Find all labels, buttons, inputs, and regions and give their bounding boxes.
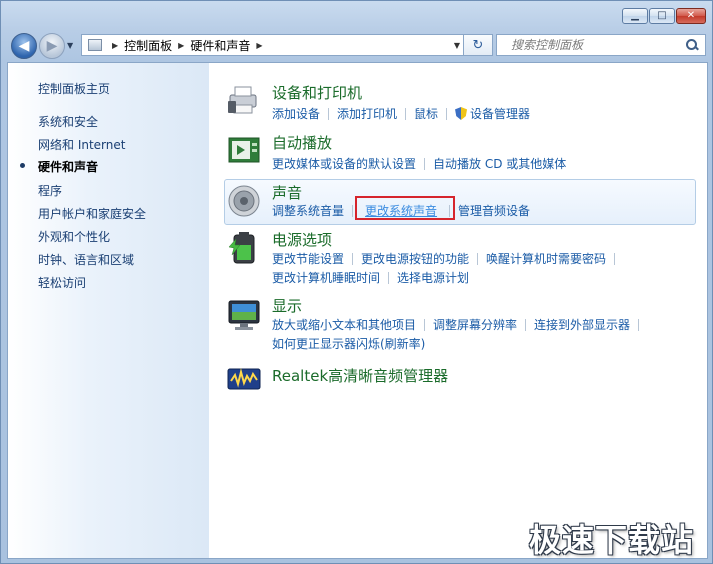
power-links-row2: 更改计算机睡眠时间 选择电源计划 xyxy=(272,269,469,286)
link-refresh-rate[interactable]: 如何更正显示器闪烁(刷新率) xyxy=(272,335,425,352)
link-divider xyxy=(424,318,426,331)
category-sound: 声音 调整系统音量 更改系统声音 管理音频设备 xyxy=(224,179,694,225)
printer-icon xyxy=(228,86,257,114)
devices-printers-title[interactable]: 设备和打印机 xyxy=(272,82,362,103)
link-add-device[interactable]: 添加设备 xyxy=(272,105,320,122)
breadcrumb-separator-icon[interactable]: ▶ xyxy=(178,41,184,50)
breadcrumb-separator-icon[interactable]: ▶ xyxy=(256,41,262,50)
link-choose-power-plan[interactable]: 选择电源计划 xyxy=(397,269,469,286)
autoplay-links: 更改媒体或设备的默认设置 自动播放 CD 或其他媒体 xyxy=(272,155,566,172)
back-arrow-icon: ◀ xyxy=(18,38,30,54)
main-panel: 设备和打印机 添加设备 添加打印机 鼠标 设备管理器 自动播放 更改媒体或设备的… xyxy=(210,63,707,558)
power-links-row1: 更改节能设置 更改电源按钮的功能 唤醒计算机时需要密码 xyxy=(272,250,623,267)
breadcrumb-separator-icon[interactable]: ▶ xyxy=(112,41,118,50)
forward-arrow-icon: ▶ xyxy=(46,38,58,54)
breadcrumb-hardware-and-sound[interactable]: 硬件和声音 xyxy=(190,37,250,54)
link-adjust-volume[interactable]: 调整系统音量 xyxy=(272,202,344,219)
link-autoplay-cd[interactable]: 自动播放 CD 或其他媒体 xyxy=(433,155,566,172)
power-options-title[interactable]: 电源选项 xyxy=(272,229,332,250)
sidebar-item-system-security[interactable]: 系统和安全 xyxy=(38,113,98,130)
maximize-button[interactable]: □ xyxy=(649,8,675,24)
highlight-annotation-box xyxy=(355,196,455,220)
refresh-icon: ↻ xyxy=(472,37,484,53)
realtek-audio-title[interactable]: Realtek高清晰音频管理器 xyxy=(272,365,448,386)
window-controls: ▁ □ ✕ xyxy=(622,8,706,24)
link-divider xyxy=(388,271,390,284)
link-divider xyxy=(424,157,426,170)
link-divider xyxy=(525,318,527,331)
breadcrumb-control-panel[interactable]: 控制面板 xyxy=(124,37,172,54)
link-external-display[interactable]: 连接到外部显示器 xyxy=(534,316,630,333)
sidebar-item-network-internet[interactable]: 网络和 Internet xyxy=(38,136,125,153)
category-realtek-audio: Realtek高清晰音频管理器 xyxy=(224,363,694,395)
link-device-manager[interactable]: 设备管理器 xyxy=(470,105,530,122)
sidebar-item-user-accounts[interactable]: 用户帐户和家庭安全 xyxy=(38,205,146,222)
refresh-button[interactable]: ↻ xyxy=(463,34,493,56)
control-panel-window: ▁ □ ✕ ◀ ▶ ▼ ▶ 控制面板 ▶ 硬件和声音 ▶ ▼ ↻ 控制面板主页 … xyxy=(0,0,713,564)
category-power-options: 电源选项 更改节能设置 更改电源按钮的功能 唤醒计算机时需要密码 更改计算机睡眠… xyxy=(224,229,694,285)
autoplay-title[interactable]: 自动播放 xyxy=(272,132,332,153)
search-icon[interactable] xyxy=(685,38,699,52)
devices-links: 添加设备 添加打印机 鼠标 设备管理器 xyxy=(272,105,530,122)
uac-shield-icon xyxy=(455,107,468,120)
maximize-icon: □ xyxy=(657,10,667,21)
navigation-bar: ◀ ▶ ▼ ▶ 控制面板 ▶ 硬件和声音 ▶ ▼ ↻ xyxy=(7,31,707,59)
link-change-sleep-time[interactable]: 更改计算机睡眠时间 xyxy=(272,269,380,286)
link-change-media-defaults[interactable]: 更改媒体或设备的默认设置 xyxy=(272,155,416,172)
watermark: 极速下载站 xyxy=(528,521,694,559)
link-divider xyxy=(614,252,616,265)
link-zoom-text[interactable]: 放大或缩小文本和其他项目 xyxy=(272,316,416,333)
display-title[interactable]: 显示 xyxy=(272,295,302,316)
category-autoplay: 自动播放 更改媒体或设备的默认设置 自动播放 CD 或其他媒体 xyxy=(224,131,694,175)
sidebar-item-control-panel-home[interactable]: 控制面板主页 xyxy=(38,80,110,97)
forward-button[interactable]: ▶ xyxy=(39,33,65,59)
monitor-icon xyxy=(228,300,260,330)
search-box[interactable] xyxy=(496,34,706,56)
autoplay-icon xyxy=(228,137,260,163)
sidebar-item-hardware-sound[interactable]: 硬件和声音 xyxy=(38,158,98,175)
link-divider xyxy=(328,107,330,120)
sidebar: 控制面板主页 系统和安全 网络和 Internet 硬件和声音 程序 用户帐户和… xyxy=(8,63,209,558)
link-screen-resolution[interactable]: 调整屏幕分辨率 xyxy=(433,316,517,333)
link-require-password-on-wake[interactable]: 唤醒计算机时需要密码 xyxy=(486,250,606,267)
address-dropdown-icon[interactable]: ▼ xyxy=(454,41,460,50)
content-area: 控制面板主页 系统和安全 网络和 Internet 硬件和声音 程序 用户帐户和… xyxy=(7,62,708,559)
sidebar-item-clock-language[interactable]: 时钟、语言和区域 xyxy=(38,251,134,268)
display-links-row1: 放大或缩小文本和其他项目 调整屏幕分辨率 连接到外部显示器 xyxy=(272,316,647,333)
link-power-button-function[interactable]: 更改电源按钮的功能 xyxy=(361,250,469,267)
minimize-button[interactable]: ▁ xyxy=(622,8,648,24)
link-add-printer[interactable]: 添加打印机 xyxy=(337,105,397,122)
link-mouse[interactable]: 鼠标 xyxy=(414,105,438,122)
sidebar-item-programs[interactable]: 程序 xyxy=(38,182,62,199)
display-links-row2: 如何更正显示器闪烁(刷新率) xyxy=(272,335,425,352)
link-divider xyxy=(477,252,479,265)
link-divider xyxy=(405,107,407,120)
sidebar-item-ease-of-access[interactable]: 轻松访问 xyxy=(38,274,86,291)
battery-icon xyxy=(228,232,255,264)
link-divider xyxy=(352,252,354,265)
sidebar-item-appearance[interactable]: 外观和个性化 xyxy=(38,228,110,245)
link-divider xyxy=(638,318,640,331)
control-panel-icon xyxy=(88,39,102,51)
link-divider xyxy=(352,204,354,217)
back-button[interactable]: ◀ xyxy=(11,33,37,59)
link-change-power-saving[interactable]: 更改节能设置 xyxy=(272,250,344,267)
sound-title[interactable]: 声音 xyxy=(272,182,302,203)
link-divider xyxy=(446,107,448,120)
category-devices-printers: 设备和打印机 添加设备 添加打印机 鼠标 设备管理器 xyxy=(224,81,694,125)
speaker-icon xyxy=(228,185,260,217)
current-item-bullet-icon xyxy=(20,163,25,168)
close-button[interactable]: ✕ xyxy=(676,8,706,24)
link-manage-audio-devices[interactable]: 管理音频设备 xyxy=(458,202,530,219)
address-bar[interactable]: ▶ 控制面板 ▶ 硬件和声音 ▶ ▼ xyxy=(81,34,467,56)
close-icon: ✕ xyxy=(686,10,696,21)
category-display: 显示 放大或缩小文本和其他项目 调整屏幕分辨率 连接到外部显示器 如何更正显示器… xyxy=(224,295,694,355)
search-input[interactable] xyxy=(509,37,685,53)
recent-pages-dropdown-icon[interactable]: ▼ xyxy=(67,41,73,50)
realtek-audio-icon xyxy=(227,368,261,390)
minimize-icon: ▁ xyxy=(631,10,639,21)
